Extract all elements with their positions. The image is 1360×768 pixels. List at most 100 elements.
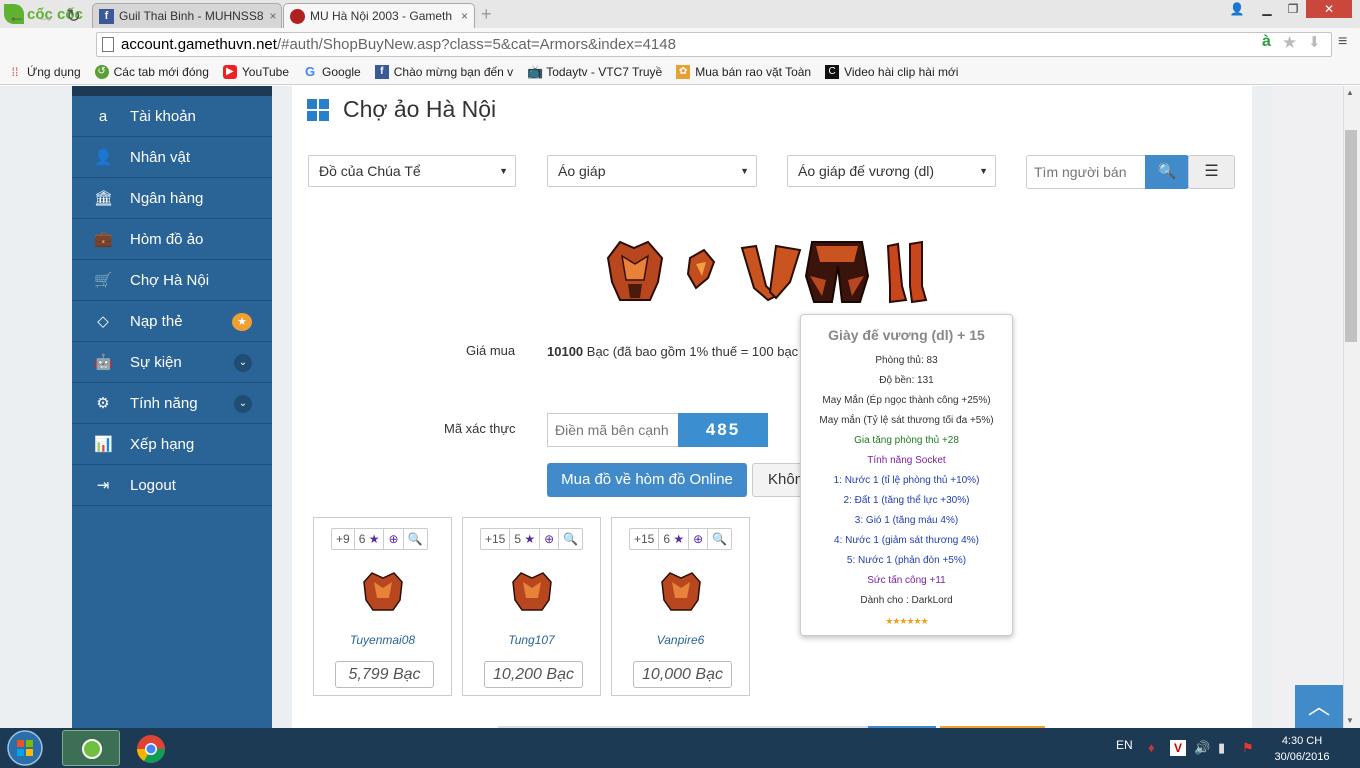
sidebar-item-label: Nhân vật	[130, 148, 191, 166]
bookmark-recent-tabs[interactable]: ↺ Các tab mới đóng	[94, 65, 209, 79]
restore-icon[interactable]: ❐	[1280, 0, 1306, 20]
new-tab-button[interactable]: +	[481, 4, 492, 25]
list-view-button[interactable]: ☰	[1188, 155, 1235, 189]
menu-icon[interactable]: ≡	[1338, 33, 1347, 51]
back-to-top-button[interactable]: ︿	[1295, 685, 1343, 728]
armor-helm-icon[interactable]	[686, 248, 716, 290]
armor-boots-icon[interactable]	[886, 240, 928, 304]
bookmark-apps[interactable]: ⁞⁞ Ứng dụng	[8, 65, 81, 79]
captcha-label: Mã xác thực	[444, 421, 516, 436]
sidebar-item-features[interactable]: ⚙ Tính năng ⌄	[72, 383, 272, 424]
start-button[interactable]	[4, 729, 46, 768]
sidebar-item-ranking[interactable]: 📊 Xếp hạng	[72, 424, 272, 465]
star-count: 5 ★	[510, 529, 541, 549]
volume-icon[interactable]: 🔊	[1194, 740, 1210, 756]
list-icon: ☰	[1204, 163, 1219, 180]
tray-app-icon[interactable]: ♦	[1148, 740, 1155, 755]
add-icon[interactable]: ⊕	[689, 529, 709, 549]
captcha-image: 485	[678, 413, 768, 447]
sidebar-item-topup[interactable]: ◇ Nạp thẻ ★	[72, 301, 272, 342]
sidebar-item-logout[interactable]: ⇥ Logout	[72, 465, 272, 506]
tray-v-icon[interactable]: V	[1170, 740, 1186, 756]
listing-card[interactable]: +15 5 ★ ⊕ 🔍 Tung107 10,200 Bạc	[462, 517, 601, 696]
sidebar-item-label: Xếp hạng	[130, 435, 195, 453]
amazon-icon: a	[98, 108, 108, 125]
bookmark-youtube[interactable]: ▶ YouTube	[222, 65, 289, 79]
sidebar-item-vault[interactable]: 💼 Hòm đồ ảo	[72, 219, 272, 260]
tv-icon: 📺	[527, 64, 544, 79]
reload-icon[interactable]: ↻	[66, 6, 81, 27]
listing-badges: +9 6 ★ ⊕ 🔍	[331, 528, 428, 550]
item-select[interactable]: Áo giáp đế vương (dl) ▼	[787, 155, 996, 187]
buy-button[interactable]: Mua đồ về hòm đồ Online	[547, 463, 747, 497]
sidebar-item-account[interactable]: a Tài khoản	[72, 96, 272, 137]
armor-chest-icon[interactable]	[606, 240, 664, 301]
type-select[interactable]: Áo giáp ▼	[547, 155, 757, 187]
dropdown-arrow-icon: ▼	[979, 166, 988, 176]
diamond-icon: ◇	[97, 313, 109, 330]
listing-card[interactable]: +9 6 ★ ⊕ 🔍 Tuyenmai08 5,799 Bạc	[313, 517, 452, 696]
seller-name[interactable]: Tung107	[463, 633, 600, 647]
gears-icon: ⚙	[96, 395, 110, 412]
network-icon[interactable]: ▮	[1218, 740, 1225, 756]
sidebar-item-label: Sự kiện	[130, 353, 182, 371]
armor-pants-icon[interactable]	[804, 241, 870, 303]
listing-price: 10,000 Bạc	[633, 661, 732, 688]
sidebar-item-label: Tính năng	[130, 394, 198, 412]
seller-name[interactable]: Vanpire6	[612, 633, 749, 647]
scrollbar-thumb[interactable]	[1345, 130, 1357, 342]
add-icon[interactable]: ⊕	[384, 529, 404, 549]
youtube-icon: ▶	[222, 65, 237, 79]
taskbar-chrome[interactable]	[122, 730, 180, 766]
download-icon[interactable]: ⬇	[1308, 33, 1321, 51]
android-icon: 🤖	[94, 354, 113, 371]
seller-name[interactable]: Tuyenmai08	[314, 633, 451, 647]
coccoc-extension-icon[interactable]: à	[1262, 33, 1271, 51]
category-select[interactable]: Đồ của Chúa Tể ▼	[308, 155, 516, 187]
user-icon-button[interactable]: 👤	[1222, 0, 1252, 20]
close-tab-icon[interactable]: ×	[455, 9, 468, 23]
captcha-input[interactable]	[547, 413, 678, 447]
sidebar-item-bank[interactable]: 🏛 Ngân hàng	[72, 178, 272, 219]
tab-mu-ha-noi[interactable]: MU Hà Nội 2003 - Gameth ×	[283, 3, 475, 28]
scroll-down-icon[interactable]: ▼	[1346, 716, 1354, 725]
armor-set-image	[606, 240, 928, 304]
zoom-icon[interactable]: 🔍	[404, 529, 427, 549]
back-icon[interactable]: ←	[8, 6, 26, 27]
listing-card[interactable]: +15 6 ★ ⊕ 🔍 Vanpire6 10,000 Bạc	[611, 517, 750, 696]
tab-guil-thai-binh[interactable]: f Guil Thai Binh - MUHNSS8 ×	[92, 3, 282, 28]
armor-gloves-icon[interactable]	[740, 244, 802, 302]
search-button[interactable]: 🔍	[1145, 155, 1189, 189]
bookmark-todaytv[interactable]: 📺 Todaytv - VTC7 Truyề	[527, 64, 662, 80]
sidebar-item-label: Ngân hàng	[130, 189, 204, 207]
sidebar-item-market[interactable]: 🛒 Chợ Hà Nội	[72, 260, 272, 301]
language-indicator[interactable]: EN	[1116, 738, 1133, 752]
close-window-icon[interactable]: ✕	[1306, 0, 1352, 18]
bookmark-star-icon[interactable]: ★	[1282, 33, 1297, 53]
minimize-icon[interactable]: ▁	[1254, 0, 1280, 20]
scroll-up-icon[interactable]: ▲	[1346, 88, 1354, 97]
flag-icon[interactable]: ⚑	[1242, 740, 1254, 756]
item-stars: ★★★★★★	[885, 616, 928, 626]
close-tab-icon[interactable]: ×	[264, 9, 277, 23]
page-title: Chợ ảo Hà Nội	[343, 96, 497, 122]
add-icon[interactable]: ⊕	[540, 529, 560, 549]
system-clock[interactable]: 4:30 CH 30/06/2016	[1272, 733, 1332, 765]
sidebar-item-character[interactable]: 👤 Nhân vật	[72, 137, 272, 178]
bookmark-video[interactable]: C Video hài clip hài mới	[825, 65, 958, 79]
sidebar-item-events[interactable]: 🤖 Sự kiện ⌄	[72, 342, 272, 383]
chevron-down-icon[interactable]: ⌄	[234, 395, 252, 413]
bookmark-raovat[interactable]: ✿ Mua bán rao vặt Toàn	[676, 65, 811, 79]
bookmark-facebook[interactable]: f Chào mừng bạn đến v	[374, 65, 513, 79]
zoom-icon[interactable]: 🔍	[708, 529, 731, 549]
zoom-icon[interactable]: 🔍	[559, 529, 582, 549]
url-bar[interactable]: account.gamethuvn.net/#auth/ShopBuyNew.a…	[96, 32, 1332, 57]
forward-icon[interactable]: →	[37, 6, 55, 27]
chevron-down-icon[interactable]: ⌄	[234, 354, 252, 372]
dropdown-arrow-icon: ▼	[499, 166, 508, 176]
bookmark-google[interactable]: G Google	[303, 65, 361, 80]
seller-search-input[interactable]	[1026, 155, 1146, 189]
tooltip-line: 5: Nước 1 (phản đòn +5%)	[846, 555, 967, 566]
taskbar-coccoc[interactable]	[62, 730, 120, 766]
star-count: 6 ★	[355, 529, 385, 549]
